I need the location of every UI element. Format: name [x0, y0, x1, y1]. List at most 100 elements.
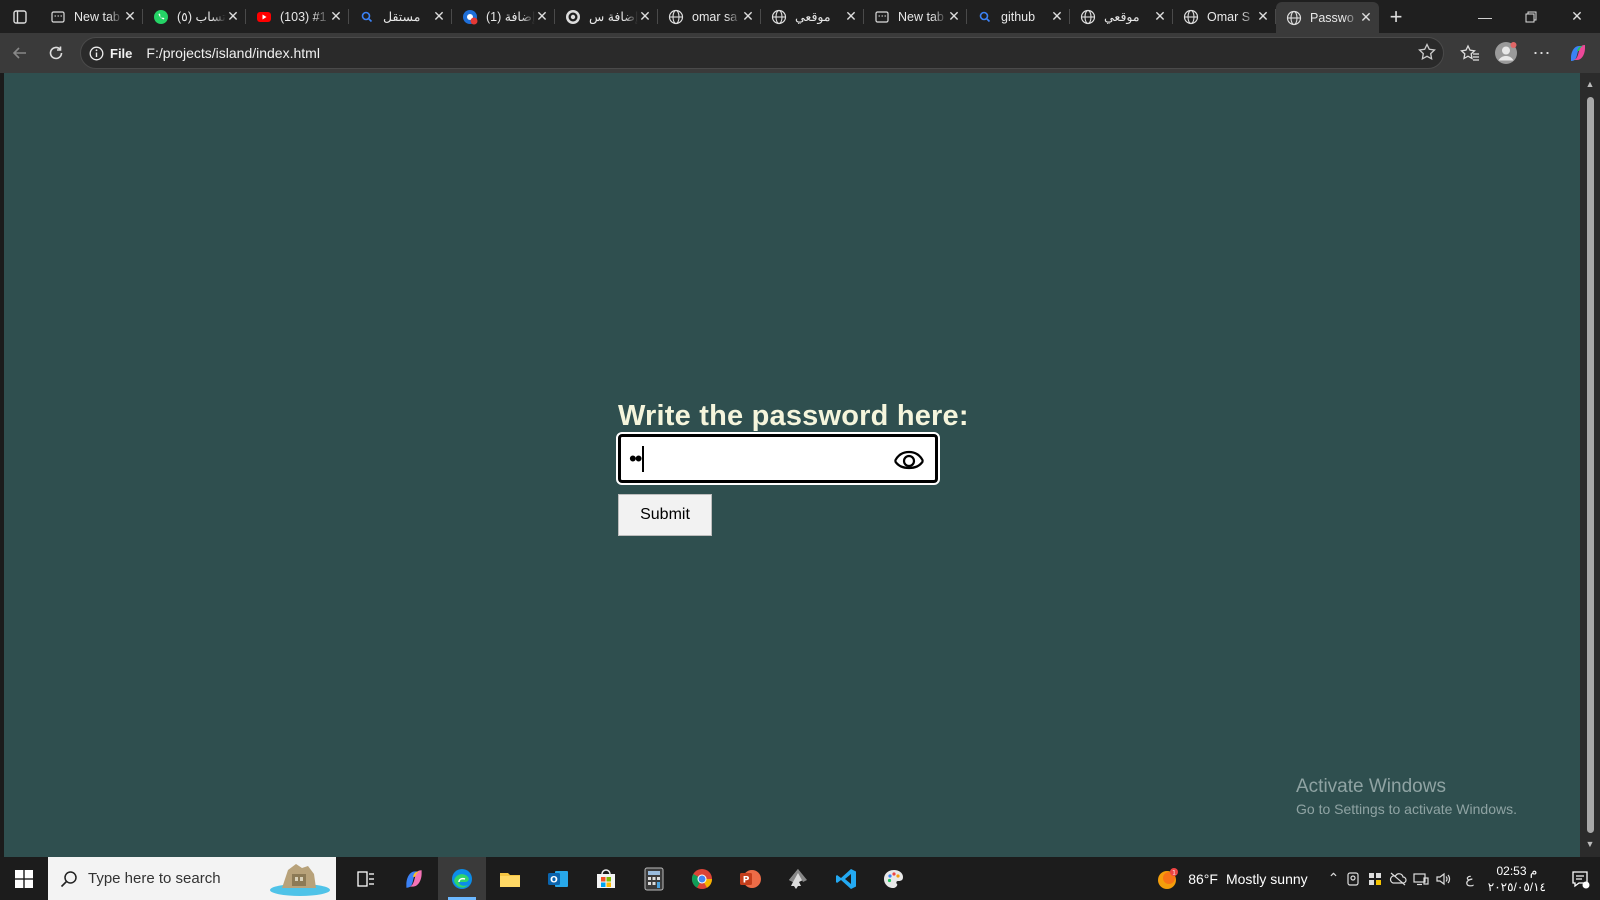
- taskbar-app-calculator[interactable]: [630, 857, 678, 900]
- weather-widget[interactable]: 1 86°F Mostly sunny: [1156, 867, 1308, 891]
- taskbar-app-chrome[interactable]: [678, 857, 726, 900]
- page-scrollbar[interactable]: ▲ ▼: [1580, 73, 1600, 857]
- defender-shield-icon[interactable]: [1367, 871, 1383, 887]
- copilot-icon: [1571, 45, 1585, 61]
- tab-close-icon[interactable]: ✕: [844, 8, 858, 24]
- taskbar-app-vscode[interactable]: [822, 857, 870, 900]
- globe-icon: [771, 9, 787, 25]
- show-hidden-icons-chevron-up-icon[interactable]: ⌃: [1328, 870, 1340, 887]
- refresh-button[interactable]: [38, 37, 74, 69]
- favorites-button[interactable]: [1452, 37, 1488, 69]
- tab-close-icon[interactable]: ✕: [638, 8, 652, 24]
- edge-icon: [450, 867, 474, 891]
- meet-camera-icon[interactable]: [1345, 871, 1361, 887]
- browser-tab[interactable]: (1) إضافة ✕: [452, 0, 555, 33]
- tab-close-icon[interactable]: ✕: [741, 8, 755, 24]
- settings-more-button[interactable]: ⋯: [1524, 37, 1560, 69]
- tab-actions-button[interactable]: [0, 0, 40, 33]
- tab-close-icon[interactable]: ✕: [947, 8, 961, 24]
- site-info-label: File: [110, 45, 133, 61]
- tab-title: New tab: [74, 9, 120, 24]
- clock[interactable]: 02:53 م ٢٠٢٥/٠٥/١٤: [1488, 863, 1546, 895]
- favorites-icon: [1460, 44, 1479, 61]
- browser-tab[interactable]: مستقل ✕: [349, 0, 452, 33]
- taskbar-app-paint[interactable]: [870, 857, 918, 900]
- browser-tab[interactable]: github ✕: [967, 0, 1070, 33]
- taskbar-app-file-explorer[interactable]: [486, 857, 534, 900]
- powerpoint-icon: P: [738, 867, 762, 891]
- password-value: ••: [629, 445, 642, 471]
- taskbar-app-inkscape[interactable]: [774, 857, 822, 900]
- taskbar-app-outlook[interactable]: O: [534, 857, 582, 900]
- scroll-up-icon[interactable]: ▲: [1584, 79, 1596, 89]
- windows-taskbar: Type here to search O P 1 86°F Mostly sun…: [0, 857, 1600, 900]
- back-button[interactable]: [2, 37, 38, 69]
- globe-icon: [1183, 9, 1199, 25]
- tab-close-icon[interactable]: ✕: [535, 8, 549, 24]
- taskbar-app-task-view[interactable]: [342, 857, 390, 900]
- favorite-star-button[interactable]: [1417, 42, 1437, 67]
- tab-title: موقعي: [1104, 10, 1140, 24]
- tab-close-icon[interactable]: ✕: [226, 8, 240, 24]
- tab-close-icon[interactable]: ✕: [123, 8, 137, 24]
- minimize-button[interactable]: —: [1462, 0, 1508, 33]
- browser-tab[interactable]: New tab ✕: [864, 0, 967, 33]
- profile-button[interactable]: [1488, 37, 1524, 69]
- browser-tab[interactable]: (103) #1 ✕: [246, 0, 349, 33]
- password-form: Write the password here: •• Submit: [616, 400, 969, 536]
- tab-title: Omar S: [1207, 9, 1251, 24]
- search-icon: [359, 9, 375, 25]
- taskbar-app-edge[interactable]: [438, 857, 486, 900]
- scroll-down-icon[interactable]: ▼: [1584, 839, 1596, 849]
- browser-tab[interactable]: omar sa ✕: [658, 0, 761, 33]
- onedrive-off-icon[interactable]: [1389, 871, 1407, 887]
- notifications-button[interactable]: [1560, 869, 1600, 889]
- start-button[interactable]: [0, 857, 48, 900]
- clock-time: 02:53 م: [1496, 863, 1538, 878]
- tab-close-icon[interactable]: ✕: [1153, 8, 1167, 24]
- globe-icon: [1080, 9, 1096, 25]
- browser-tab[interactable]: إضافة س ✕: [555, 0, 658, 33]
- browser-tab[interactable]: موقعي ✕: [1070, 0, 1173, 33]
- notification-icon: [1572, 870, 1590, 888]
- chrome-icon: [690, 867, 714, 891]
- tab-close-icon[interactable]: ✕: [1359, 9, 1373, 25]
- svg-text:P: P: [743, 875, 750, 885]
- browser-tab[interactable]: Omar S ✕: [1173, 0, 1276, 33]
- back-arrow-icon: [12, 47, 26, 59]
- tab-close-icon[interactable]: ✕: [432, 8, 446, 24]
- browser-tab[interactable]: New tab ✕: [40, 0, 143, 33]
- scrollbar-thumb[interactable]: [1587, 97, 1594, 833]
- taskbar-search-box[interactable]: Type here to search: [48, 857, 336, 900]
- tab-list: New tab✕(٥) واتساب✕(103) #1✕مستقل✕(1) إض…: [40, 0, 1379, 33]
- browser-tab[interactable]: (٥) واتساب✕: [143, 0, 246, 33]
- tab-close-icon[interactable]: ✕: [1256, 8, 1270, 24]
- restore-button[interactable]: [1508, 0, 1554, 33]
- site-info-button[interactable]: File: [89, 46, 146, 61]
- tab-close-icon[interactable]: ✕: [1050, 8, 1064, 24]
- globe-icon: [1286, 10, 1302, 26]
- browser-tab[interactable]: Passwo ✕: [1276, 2, 1379, 33]
- copilot-button[interactable]: [1560, 37, 1596, 69]
- input-language[interactable]: ع: [1465, 870, 1473, 887]
- address-bar[interactable]: File F:/projects/island/index.html: [80, 37, 1444, 69]
- tab-title: (103) #1: [280, 9, 327, 24]
- close-window-button[interactable]: ✕: [1554, 0, 1600, 33]
- show-password-eye-icon[interactable]: [893, 447, 925, 473]
- network-icon[interactable]: [1413, 871, 1430, 887]
- clock-date: ٢٠٢٥/٠٥/١٤: [1487, 879, 1546, 894]
- tab-title: إضافة س: [589, 10, 638, 24]
- taskbar-app-store[interactable]: [582, 857, 630, 900]
- browser-tab[interactable]: موقعي ✕: [761, 0, 864, 33]
- url-text[interactable]: F:/projects/island/index.html: [146, 45, 320, 61]
- tab-title: مستقل: [383, 10, 421, 24]
- task-view-icon: [356, 869, 376, 889]
- password-input[interactable]: ••: [616, 432, 940, 485]
- target-icon: [565, 9, 581, 25]
- submit-button[interactable]: Submit: [618, 494, 712, 536]
- tab-close-icon[interactable]: ✕: [329, 8, 343, 24]
- new-tab-button[interactable]: +: [1379, 0, 1413, 33]
- taskbar-app-powerpoint[interactable]: P: [726, 857, 774, 900]
- volume-icon[interactable]: [1435, 871, 1451, 887]
- taskbar-app-copilot[interactable]: [390, 857, 438, 900]
